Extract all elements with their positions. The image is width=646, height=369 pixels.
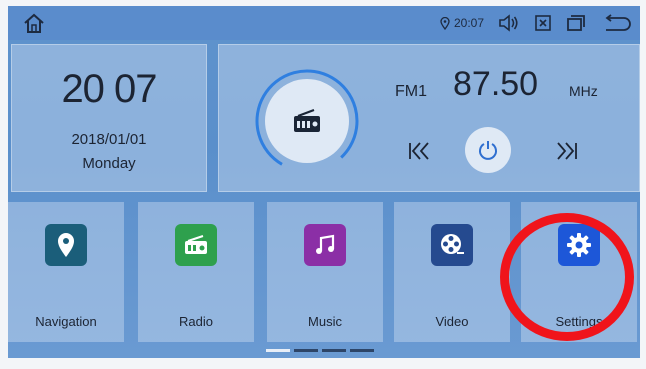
page-dot[interactable]	[322, 349, 346, 352]
app-label: Navigation	[35, 314, 97, 329]
radio-icon	[294, 108, 320, 132]
previous-station-button[interactable]	[401, 135, 437, 167]
app-tile-radio[interactable]: Radio	[138, 202, 254, 342]
clock-time: 20 07	[61, 67, 157, 111]
status-icons: 20:07	[440, 11, 632, 35]
app-label: Video	[435, 314, 469, 329]
back-icon[interactable]	[600, 14, 632, 32]
app-tile-navigation[interactable]: Navigation	[8, 202, 124, 342]
page-dot[interactable]	[266, 349, 290, 352]
page-dot[interactable]	[294, 349, 318, 352]
next-station-button[interactable]	[549, 135, 585, 167]
power-button[interactable]	[465, 127, 511, 173]
app-label: Music	[308, 314, 342, 329]
film-reel-icon	[431, 224, 473, 266]
clock-day: Monday	[82, 155, 136, 172]
time-indicator: 20:07	[440, 16, 484, 30]
skip-back-icon	[409, 142, 429, 160]
status-time: 20:07	[453, 16, 484, 30]
clock-widget[interactable]: 20 07 2018/01/01 Monday	[11, 44, 207, 192]
close-box-icon[interactable]	[534, 14, 552, 32]
app-tile-video[interactable]: Video	[394, 202, 510, 342]
highlight-circle-annotation	[500, 213, 634, 341]
app-label: Radio	[179, 314, 213, 329]
volume-icon[interactable]	[498, 14, 520, 32]
status-bar: 20:07	[8, 6, 640, 40]
radio-frequency: 87.50	[453, 65, 539, 103]
window-icon[interactable]	[566, 14, 586, 32]
clock-date: 2018/01/01	[71, 131, 147, 148]
radio-icon	[175, 224, 217, 266]
app-tile-music[interactable]: Music	[267, 202, 383, 342]
skip-forward-icon	[557, 142, 577, 160]
map-pin-icon	[45, 224, 87, 266]
home-icon[interactable]	[22, 12, 46, 34]
page-dot[interactable]	[350, 349, 374, 352]
radio-open-button[interactable]	[265, 79, 349, 163]
music-note-icon	[304, 224, 346, 266]
photo-background: 20:07 20 07 2018/01/01 Monday FM1 87.50 …	[0, 0, 646, 369]
power-icon	[479, 141, 497, 160]
radio-band: FM1	[395, 83, 427, 100]
page-indicator	[266, 349, 374, 352]
location-pin-icon	[440, 16, 450, 30]
frequency-unit: MHz	[569, 83, 598, 99]
radio-widget: FM1 87.50 MHz	[218, 44, 640, 192]
